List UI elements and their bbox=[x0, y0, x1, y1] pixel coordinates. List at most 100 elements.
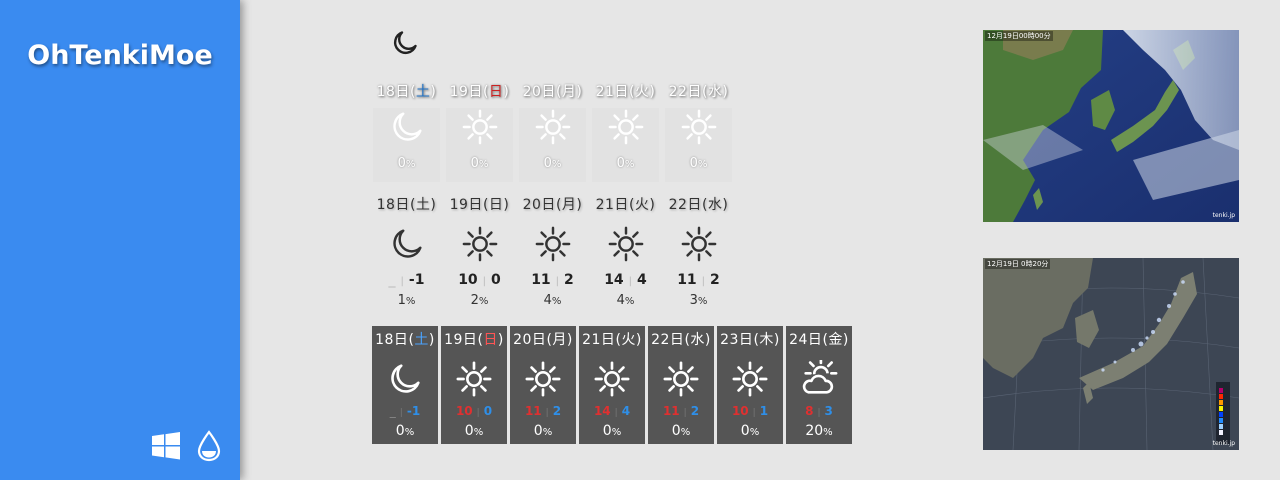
day-of-week: 水 bbox=[707, 84, 723, 100]
windows-icon[interactable] bbox=[150, 430, 182, 462]
forecast-card[interactable]: 20日(月) 11 | 2 0% bbox=[510, 326, 576, 444]
sun-icon bbox=[663, 361, 699, 397]
high-temp: _ bbox=[388, 272, 396, 288]
forecast-day[interactable]: 18日(土) 0% bbox=[370, 80, 443, 182]
forecast-day[interactable]: 20日(月) 11 | 2 4% bbox=[516, 193, 589, 308]
temperature-pair: 10 | 0 bbox=[441, 403, 507, 419]
precip-chance: 0% bbox=[510, 423, 576, 439]
low-temp: 2 bbox=[690, 404, 700, 418]
precip-chance: 1% bbox=[370, 293, 443, 308]
temperature-pair: 11 | 2 bbox=[648, 403, 714, 419]
forecast-day[interactable]: 22日(水) 11 | 2 3% bbox=[662, 193, 735, 308]
water-drop-icon[interactable] bbox=[193, 430, 225, 462]
percent-unit: % bbox=[405, 296, 416, 307]
day-of-week: 日 bbox=[488, 84, 504, 100]
forecast-card[interactable]: 22日(水) 11 | 2 0% bbox=[648, 326, 714, 444]
day-number: 21日 bbox=[582, 332, 616, 348]
precip-chance: 0% bbox=[648, 423, 714, 439]
moon-icon bbox=[392, 229, 422, 258]
high-temp: 11 bbox=[662, 404, 680, 418]
day-number: 19日 bbox=[449, 84, 483, 100]
sun-cloud-icon bbox=[802, 360, 838, 394]
high-temp: 11 bbox=[524, 404, 542, 418]
sun-icon bbox=[462, 109, 497, 145]
day-of-week: 日 bbox=[483, 332, 498, 348]
day-number: 22日 bbox=[668, 84, 702, 100]
forecast-day[interactable]: 18日(土) _ | -1 1% bbox=[370, 193, 443, 308]
forecast-day[interactable]: 20日(月) 0% bbox=[516, 80, 589, 182]
forecast-tile: 0% bbox=[446, 108, 513, 182]
percent-unit: % bbox=[405, 159, 416, 170]
high-temp: 11 bbox=[677, 272, 697, 288]
precip-chance: 20% bbox=[786, 423, 852, 439]
forecast-card[interactable]: 18日(土) _ | -1 0% bbox=[372, 326, 438, 444]
high-temp: 14 bbox=[604, 272, 624, 288]
day-date: 22日(水) bbox=[651, 332, 711, 348]
day-date: 22日(水) bbox=[668, 197, 729, 213]
precip-chance: 0% bbox=[372, 423, 438, 439]
precip-chance: 0% bbox=[665, 156, 732, 171]
forecast-card[interactable]: 23日(木) 10 | 1 0% bbox=[717, 326, 783, 444]
sun-icon bbox=[608, 109, 643, 145]
sun-icon bbox=[462, 226, 497, 262]
day-of-week: 月 bbox=[552, 332, 567, 348]
precip-value: 0 bbox=[602, 423, 612, 439]
temp-separator: | bbox=[817, 408, 821, 418]
day-number: 18日 bbox=[376, 197, 410, 213]
sun-icon bbox=[535, 109, 570, 145]
low-temp: 3 bbox=[824, 404, 833, 418]
precip-chance: 0% bbox=[579, 423, 645, 439]
precip-value: 4 bbox=[616, 293, 625, 308]
temp-separator: | bbox=[614, 408, 618, 418]
forecast-day[interactable]: 22日(水) 0% bbox=[662, 80, 735, 182]
temperature-pair: 11 | 2 bbox=[662, 271, 735, 289]
day-number: 19日 bbox=[444, 332, 478, 348]
forecast-day[interactable]: 21日(火) 14 | 4 4% bbox=[589, 193, 662, 308]
high-temp: 10 bbox=[458, 272, 478, 288]
day-of-week: 土 bbox=[414, 332, 429, 348]
sun-icon bbox=[594, 361, 630, 397]
precip-chance: 2% bbox=[443, 293, 516, 308]
forecast-card[interactable]: 21日(火) 14 | 4 0% bbox=[579, 326, 645, 444]
temp-separator: | bbox=[701, 276, 706, 287]
low-temp: 1 bbox=[759, 404, 769, 418]
day-number: 21日 bbox=[595, 197, 629, 213]
precip-value: 1 bbox=[397, 293, 406, 308]
day-number: 18日 bbox=[375, 332, 409, 348]
precip-value: 0 bbox=[616, 156, 625, 171]
day-number: 20日 bbox=[513, 332, 547, 348]
forecast-row-temps: 18日(土) _ | -1 1% 19日(日) 10 | 0 2% 20日(月) 11 | 2 4% 21日(… bbox=[370, 193, 735, 308]
forecast-card[interactable]: 19日(日) 10 | 0 0% bbox=[441, 326, 507, 444]
forecast-day[interactable]: 21日(火) 0% bbox=[589, 80, 662, 182]
radar-map[interactable]: 12月19日 0時20分 tenki.jp bbox=[983, 258, 1239, 450]
sun-icon bbox=[456, 361, 492, 397]
percent-unit: % bbox=[404, 427, 415, 438]
precip-value: 0 bbox=[740, 423, 750, 439]
precip-value: 0 bbox=[397, 156, 406, 171]
low-temp: 0 bbox=[491, 272, 501, 288]
percent-unit: % bbox=[473, 427, 484, 438]
temp-separator: | bbox=[482, 276, 487, 287]
high-temp: 10 bbox=[731, 404, 749, 418]
day-number: 18日 bbox=[376, 84, 410, 100]
radar-brand: tenki.jp bbox=[1212, 440, 1235, 447]
sun-icon bbox=[525, 361, 561, 397]
temp-separator: | bbox=[476, 408, 480, 418]
sun-icon bbox=[681, 109, 716, 145]
forecast-day[interactable]: 19日(日) 0% bbox=[443, 80, 516, 182]
temperature-pair: 14 | 4 bbox=[589, 271, 662, 289]
day-number: 20日 bbox=[522, 84, 556, 100]
precip-chance: 0% bbox=[373, 156, 440, 171]
moon-icon bbox=[392, 112, 422, 141]
forecast-card[interactable]: 24日(金) 8 | 3 20% bbox=[786, 326, 852, 444]
day-date: 21日(火) bbox=[595, 84, 656, 100]
low-temp: 2 bbox=[564, 272, 574, 288]
precip-value: 0 bbox=[543, 156, 552, 171]
temp-separator: | bbox=[400, 276, 404, 287]
percent-unit: % bbox=[624, 159, 635, 170]
satellite-map[interactable]: 12月19日00時00分 tenki.jp bbox=[983, 30, 1239, 222]
percent-unit: % bbox=[551, 296, 562, 307]
forecast-day[interactable]: 19日(日) 10 | 0 2% bbox=[443, 193, 516, 308]
temp-separator: | bbox=[752, 408, 756, 418]
forecast-tile: 0% bbox=[665, 108, 732, 182]
